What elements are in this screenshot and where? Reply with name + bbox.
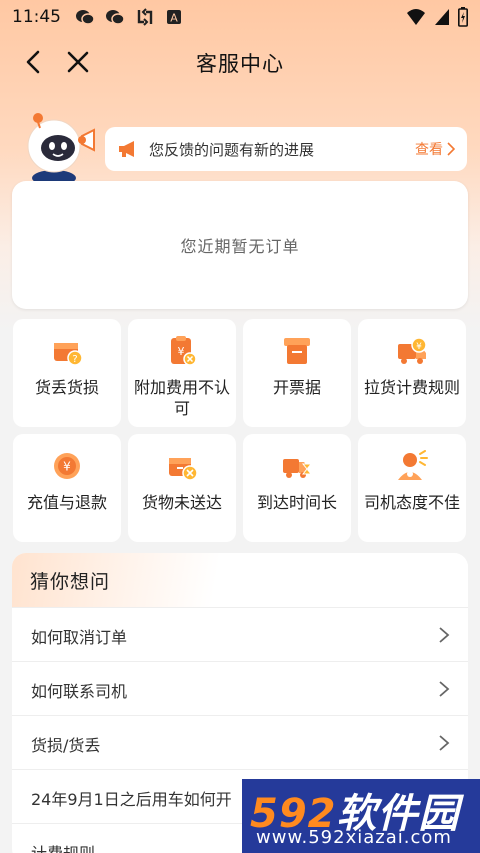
faq-item[interactable]: 货损/货丢: [12, 715, 468, 769]
faq-header: 猜你想问: [12, 553, 468, 607]
status-time: 11:45: [12, 7, 61, 27]
tile-label: 货物未送达: [141, 493, 222, 512]
tile-label: 附加费用不认可: [134, 378, 231, 418]
faq-title: 猜你想问: [30, 571, 111, 593]
notice-view-link[interactable]: 查看: [415, 139, 455, 159]
chevron-right-icon: [439, 627, 450, 643]
megaphone-icon: [119, 141, 134, 157]
faq-item-text: 24年9月1日之后用车如何开: [31, 790, 232, 809]
tile-long-arrival[interactable]: 到达时间长: [243, 434, 351, 542]
truck-time-icon: [283, 459, 313, 478]
tile-label: 货丢货损: [34, 378, 99, 397]
chevron-right-icon: [439, 735, 450, 751]
sync-icon: [137, 8, 153, 26]
wechat-icon: [76, 10, 95, 25]
notice-text: 您反馈的问题有新的进展: [149, 140, 315, 159]
signal-icon: [435, 9, 449, 25]
invoice-icon: [284, 338, 310, 364]
faq-item-text: 如何取消订单: [31, 628, 128, 647]
faq-item-text: 货损/货丢: [31, 736, 101, 755]
orders-card: 您近期暂无订单: [12, 181, 468, 309]
tile-label: 司机态度不佳: [364, 493, 461, 512]
tile-label: 充值与退款: [26, 493, 107, 512]
tile-freight-rules[interactable]: ¥ 拉货计费规则: [358, 319, 466, 427]
notice-banner[interactable]: 您反馈的问题有新的进展 查看: [105, 127, 467, 171]
truck-fee-icon: ¥: [398, 337, 427, 364]
status-bar: 11:45 A: [0, 0, 480, 34]
tile-extra-fee[interactable]: ¥ 附加费用不认可: [128, 319, 236, 427]
tile-recharge-refund[interactable]: ¥ 充值与退款: [13, 434, 121, 542]
faq-item[interactable]: 如何取消订单: [12, 607, 468, 661]
svg-text:¥: ¥: [63, 460, 71, 474]
faq-item-text: 如何联系司机: [31, 682, 128, 701]
tile-lost-damaged[interactable]: ? 货丢货损: [13, 319, 121, 427]
tile-label: 拉货计费规则: [364, 378, 461, 397]
page-title: 客服中心: [196, 52, 284, 76]
svg-text:¥: ¥: [416, 342, 422, 352]
tile-invoice[interactable]: 开票据: [243, 319, 351, 427]
extra-fee-icon: ¥: [171, 336, 197, 366]
undelivered-icon: [169, 458, 198, 481]
mascot-image: [27, 113, 95, 186]
watermark-url: www.592xiazai.com: [256, 827, 452, 848]
svg-text:?: ?: [72, 354, 77, 365]
driver-icon: [398, 450, 428, 480]
watermark: 592软件园 www.592xiazai.com: [242, 779, 480, 853]
notice-link-label: 查看: [415, 142, 443, 158]
battery-icon: [458, 7, 468, 27]
svg-text:¥: ¥: [178, 345, 185, 358]
nav-bar: 客服中心: [0, 38, 480, 86]
lost-package-icon: ?: [54, 343, 83, 366]
faq-item-text: 计费规则: [31, 840, 95, 853]
orders-empty-text: 您近期暂无订单: [180, 237, 300, 256]
a-icon: A: [167, 10, 181, 25]
tile-driver-attitude[interactable]: 司机态度不佳: [358, 434, 466, 542]
tile-label: 到达时间长: [256, 493, 337, 512]
chevron-right-icon: [447, 142, 455, 156]
faq-item[interactable]: 如何联系司机: [12, 661, 468, 715]
tile-label: 开票据: [272, 378, 321, 397]
chevron-right-icon: [439, 681, 450, 697]
wifi-icon: [407, 9, 425, 25]
recharge-icon: ¥: [54, 453, 80, 479]
wechat-icon: [106, 10, 125, 25]
tile-undelivered[interactable]: 货物未送达: [128, 434, 236, 542]
svg-text:A: A: [170, 12, 178, 25]
